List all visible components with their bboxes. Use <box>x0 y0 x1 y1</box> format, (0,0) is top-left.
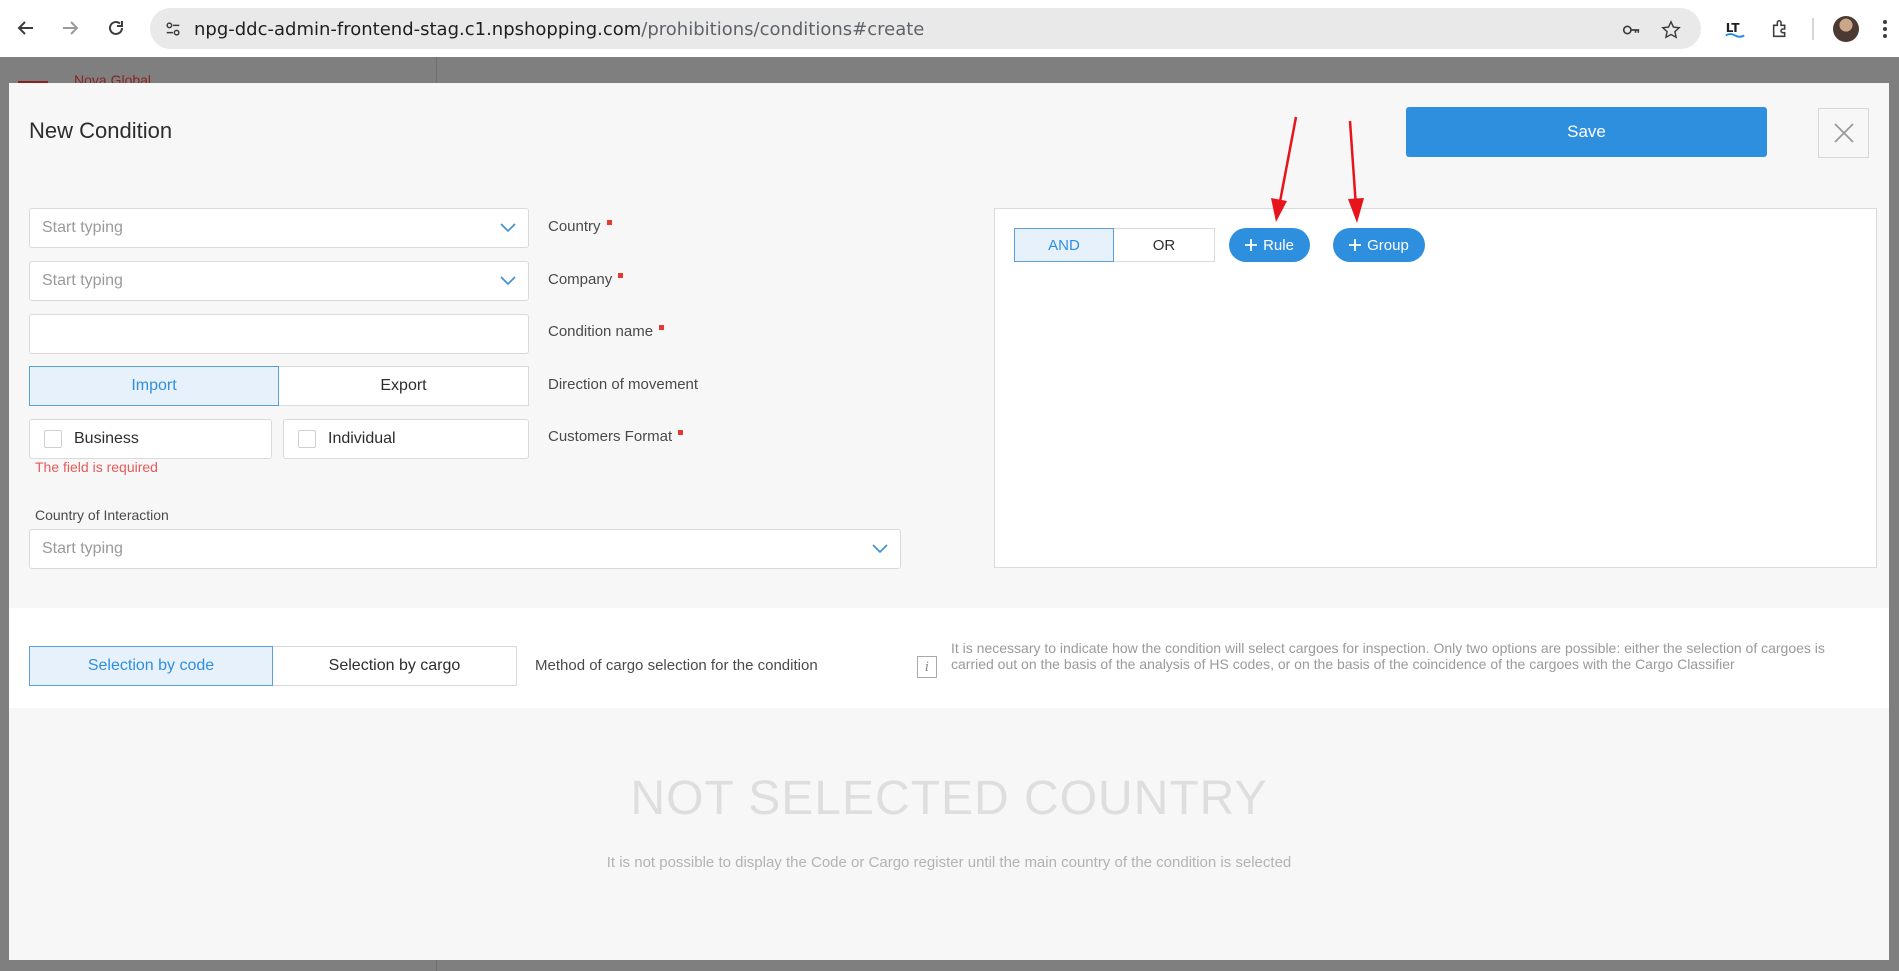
profile-avatar[interactable] <box>1833 16 1859 42</box>
field-required-error: The field is required <box>35 459 158 475</box>
logic-toggle: AND OR <box>1014 228 1215 262</box>
country-of-interaction-select[interactable]: Start typing <box>29 529 901 569</box>
direction-label: Direction of movement <box>548 376 699 393</box>
bookmark-star-icon[interactable] <box>1660 19 1682 41</box>
reload-icon[interactable] <box>104 16 128 40</box>
cargo-selection-toggle: Selection by code Selection by cargo <box>29 646 517 686</box>
empty-state-title: NOT SELECTED COUNTRY <box>630 772 1268 825</box>
selection-by-code-option[interactable]: Selection by code <box>29 646 273 686</box>
required-marker <box>618 273 624 278</box>
country-of-interaction-label: Country of Interaction <box>35 507 169 523</box>
back-icon[interactable] <box>14 16 38 40</box>
chevron-down-icon <box>500 223 516 233</box>
checkbox-icon[interactable] <box>44 430 62 448</box>
empty-state-subtitle: It is not possible to display the Code o… <box>606 854 1292 871</box>
chrome-menu-icon[interactable] <box>1872 16 1898 42</box>
condition-name-input[interactable] <box>29 314 529 354</box>
close-icon <box>1833 123 1854 143</box>
add-group-button[interactable]: Group <box>1333 228 1425 262</box>
country-label: Country <box>548 218 612 235</box>
export-option[interactable]: Export <box>279 366 529 406</box>
checkbox-icon[interactable] <box>298 430 316 448</box>
business-checkbox[interactable]: Business <box>29 419 272 459</box>
country-select[interactable]: Start typing <box>29 208 529 248</box>
extensions-puzzle-icon[interactable] <box>1768 16 1794 42</box>
close-button[interactable] <box>1818 108 1869 158</box>
plus-icon <box>1245 239 1258 251</box>
company-select[interactable]: Start typing <box>29 261 529 301</box>
cargo-selection-label: Method of cargo selection for the condit… <box>535 657 818 674</box>
cargo-selection-info: It is necessary to indicate how the cond… <box>951 640 1825 672</box>
password-key-icon[interactable] <box>1620 19 1642 41</box>
required-marker <box>659 325 665 330</box>
site-settings-icon[interactable] <box>162 18 184 40</box>
individual-checkbox[interactable]: Individual <box>283 419 529 459</box>
chevron-down-icon <box>872 544 888 554</box>
toolbar-divider <box>1812 18 1814 40</box>
required-marker <box>606 220 612 225</box>
rules-builder-panel: AND OR Rule Group <box>994 208 1877 568</box>
info-icon: i <box>917 656 937 678</box>
direction-toggle: Import Export <box>29 366 529 406</box>
address-bar[interactable]: npg-ddc-admin-frontend-stag.c1.npshoppin… <box>150 8 1701 49</box>
modal-title: New Condition <box>29 118 173 143</box>
new-condition-modal: New Condition Save Start typing Country … <box>9 83 1889 960</box>
chevron-down-icon <box>500 276 516 286</box>
company-label: Company <box>548 271 624 288</box>
add-rule-button[interactable]: Rule <box>1229 228 1310 262</box>
condition-name-label: Condition name <box>548 323 665 340</box>
or-option[interactable]: OR <box>1114 228 1215 262</box>
selection-by-cargo-option[interactable]: Selection by cargo <box>273 646 517 686</box>
required-marker <box>678 430 684 435</box>
import-option[interactable]: Import <box>29 366 279 406</box>
svg-text:LT: LT <box>1726 21 1741 35</box>
save-button[interactable]: Save <box>1406 107 1767 157</box>
extension-lt-icon[interactable]: LT <box>1722 16 1748 42</box>
plus-icon <box>1349 239 1362 251</box>
url-text: npg-ddc-admin-frontend-stag.c1.npshoppin… <box>194 19 925 40</box>
forward-icon[interactable] <box>58 16 82 40</box>
customers-format-label: Customers Format <box>548 428 684 445</box>
and-option[interactable]: AND <box>1014 228 1114 262</box>
browser-toolbar: npg-ddc-admin-frontend-stag.c1.npshoppin… <box>0 0 1899 57</box>
